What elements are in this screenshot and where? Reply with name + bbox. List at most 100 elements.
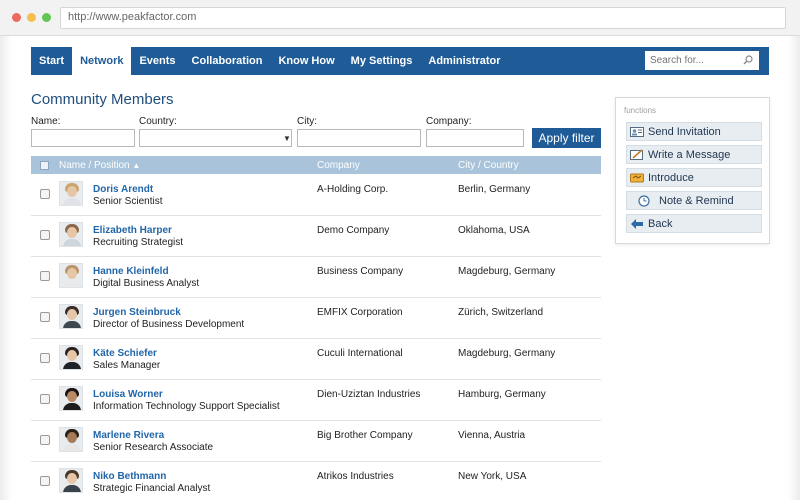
- back-label: Back: [648, 217, 673, 230]
- maximize-window-button[interactable]: [42, 13, 51, 22]
- table-row: Doris Arendt Senior Scientist A-Holding …: [31, 175, 601, 216]
- member-position: Director of Business Development: [93, 319, 245, 330]
- company-filter-input[interactable]: [426, 129, 524, 147]
- member-company: Business Company: [317, 266, 404, 277]
- member-company: Big Brother Company: [317, 430, 413, 441]
- row-checkbox[interactable]: [40, 312, 50, 322]
- nav-item-events[interactable]: Events: [131, 47, 183, 75]
- member-name-link[interactable]: Jurgen Steinbruck: [93, 307, 181, 318]
- nav-item-start[interactable]: Start: [31, 47, 72, 75]
- member-position: Sales Manager: [93, 360, 161, 371]
- member-name-link[interactable]: Hanne Kleinfeld: [93, 266, 169, 277]
- member-company: Demo Company: [317, 225, 390, 236]
- back-button[interactable]: Back: [626, 214, 762, 233]
- city-filter-label: City:: [297, 116, 317, 127]
- member-position: Senior Scientist: [93, 196, 163, 207]
- avatar[interactable]: [59, 304, 83, 329]
- introduce-button[interactable]: Introduce: [626, 168, 762, 187]
- send-invitation-button[interactable]: Send Invitation: [626, 122, 762, 141]
- row-checkbox[interactable]: [40, 189, 50, 199]
- table-row: Marlene Rivera Senior Research Associate…: [31, 421, 601, 462]
- member-name-link[interactable]: Louisa Worner: [93, 389, 163, 400]
- note-remind-button[interactable]: Note & Remind: [626, 191, 762, 210]
- avatar[interactable]: [59, 427, 83, 452]
- table-row: Jurgen Steinbruck Director of Business D…: [31, 298, 601, 339]
- nav-item-know-how[interactable]: Know How: [270, 47, 342, 75]
- member-city: Vienna, Austria: [458, 430, 526, 441]
- apply-filter-button[interactable]: Apply filter: [532, 128, 601, 148]
- member-position: Digital Business Analyst: [93, 278, 200, 289]
- close-window-button[interactable]: [12, 13, 21, 22]
- sort-ascending-icon: ▲: [132, 161, 141, 170]
- city-column-header[interactable]: City / Country: [458, 160, 519, 171]
- member-name-link[interactable]: Marlene Rivera: [93, 430, 164, 441]
- write-message-label: Write a Message: [648, 148, 731, 161]
- row-checkbox[interactable]: [40, 353, 50, 363]
- row-checkbox[interactable]: [40, 394, 50, 404]
- page-shadow-right: [788, 36, 800, 500]
- introduce-icon: [630, 172, 644, 184]
- message-icon: [630, 148, 644, 161]
- row-checkbox[interactable]: [40, 435, 50, 445]
- avatar[interactable]: [59, 345, 83, 370]
- back-arrow-icon: [630, 218, 644, 230]
- nav-item-my-settings[interactable]: My Settings: [343, 47, 421, 75]
- nav-item-administrator[interactable]: Administrator: [420, 47, 508, 75]
- select-all-checkbox[interactable]: [40, 161, 49, 170]
- row-checkbox[interactable]: [40, 476, 50, 486]
- avatar[interactable]: [59, 386, 83, 411]
- city-filter-input[interactable]: [297, 129, 421, 147]
- invitation-icon: [630, 126, 644, 138]
- name-column-header[interactable]: Name / Position ▲: [59, 160, 140, 171]
- member-name-link[interactable]: Elizabeth Harper: [93, 225, 172, 236]
- table-row: Elizabeth Harper Recruiting Strategist D…: [31, 216, 601, 257]
- table-row: Hanne Kleinfeld Digital Business Analyst…: [31, 257, 601, 298]
- member-city: New York, USA: [458, 471, 527, 482]
- member-name-link[interactable]: Niko Bethmann: [93, 471, 166, 482]
- avatar[interactable]: [59, 181, 83, 206]
- country-filter-select[interactable]: [139, 129, 292, 147]
- member-position: Recruiting Strategist: [93, 237, 184, 248]
- main-navbar: Start Network Events Collaboration Know …: [31, 47, 769, 75]
- member-company: Cuculi International: [317, 348, 403, 359]
- company-column-header[interactable]: Company: [317, 160, 360, 171]
- member-company: A-Holding Corp.: [317, 184, 389, 195]
- nav-item-network[interactable]: Network: [72, 47, 132, 75]
- table-row: Louisa Worner Information Technology Sup…: [31, 380, 601, 421]
- functions-title: functions: [624, 106, 657, 115]
- member-city: Zürich, Switzerland: [458, 307, 544, 318]
- note-remind-label: Note & Remind: [659, 194, 734, 207]
- member-name-link[interactable]: Käte Schiefer: [93, 348, 157, 359]
- member-position: Senior Research Associate: [93, 442, 214, 453]
- search-icon[interactable]: [743, 55, 753, 65]
- member-city: Hamburg, Germany: [458, 389, 546, 400]
- nav-item-collaboration[interactable]: Collaboration: [184, 47, 271, 75]
- functions-panel: functions Send Invitation Write a Messag…: [615, 97, 770, 244]
- member-name-link[interactable]: Doris Arendt: [93, 184, 153, 195]
- name-filter-input[interactable]: [31, 129, 135, 147]
- clock-icon: [637, 194, 651, 207]
- write-message-button[interactable]: Write a Message: [626, 145, 762, 164]
- search-input[interactable]: [645, 51, 759, 70]
- member-position: Strategic Financial Analyst: [93, 483, 211, 494]
- member-city: Berlin, Germany: [458, 184, 531, 195]
- avatar[interactable]: [59, 468, 83, 493]
- chevron-down-icon[interactable]: ▼: [283, 134, 291, 143]
- row-checkbox[interactable]: [40, 271, 50, 281]
- member-city: Oklahoma, USA: [458, 225, 530, 236]
- company-filter-label: Company:: [426, 116, 472, 127]
- member-company: EMFIX Corporation: [317, 307, 403, 318]
- member-company: Atrikos Industries: [317, 471, 394, 482]
- member-city: Magdeburg, Germany: [458, 348, 556, 359]
- avatar[interactable]: [59, 263, 83, 288]
- country-filter-label: Country:: [139, 116, 177, 127]
- name-filter-label: Name:: [31, 116, 61, 127]
- name-column-label: Name / Position: [59, 160, 130, 171]
- minimize-window-button[interactable]: [27, 13, 36, 22]
- address-bar[interactable]: http://www.peakfactor.com: [60, 7, 786, 29]
- avatar[interactable]: [59, 222, 83, 247]
- row-checkbox[interactable]: [40, 230, 50, 240]
- introduce-label: Introduce: [648, 171, 694, 184]
- browser-chrome: http://www.peakfactor.com: [0, 0, 800, 36]
- table-row: Niko Bethmann Strategic Financial Analys…: [31, 462, 601, 500]
